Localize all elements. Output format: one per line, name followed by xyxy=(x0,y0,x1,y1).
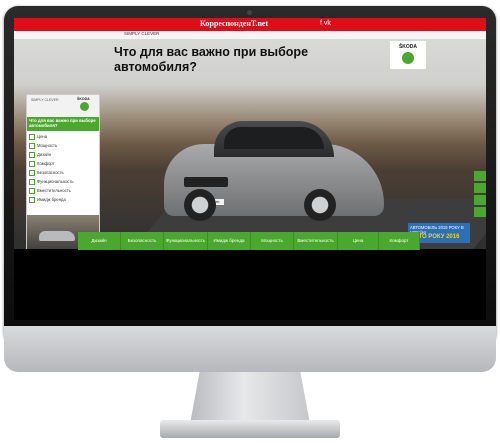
car-wheel-rear xyxy=(304,189,336,221)
checkbox-icon[interactable] xyxy=(29,196,35,203)
skoda-emblem-icon xyxy=(402,52,414,64)
social-icons[interactable]: f vk xyxy=(320,20,331,27)
panel-skoda-logo: ŠKODA xyxy=(77,97,93,111)
nav-item-capacity[interactable]: Вместительность xyxy=(294,232,338,250)
checkbox-icon[interactable] xyxy=(29,160,35,167)
survey-option[interactable]: Безопасность xyxy=(29,169,97,177)
nav-item-design[interactable]: Дизайн xyxy=(78,232,121,250)
hero-headline: Что для вас важно при выборе автомобиля? xyxy=(114,45,309,74)
car-window xyxy=(224,127,324,149)
skoda-wordmark: ŠKODA xyxy=(398,44,418,50)
survey-option[interactable]: Мощность xyxy=(29,142,97,150)
side-car-icon-3[interactable] xyxy=(474,195,486,205)
nav-item-brand-image[interactable]: Имидж бренда xyxy=(208,232,251,250)
panel-header: SIMPLY CLEVER ŠKODA xyxy=(27,95,99,117)
top-tagline: SIMPLY CLEVER xyxy=(124,31,160,36)
nav-item-functionality[interactable]: Функциональность xyxy=(164,232,208,250)
survey-option[interactable]: Комфорт xyxy=(29,160,97,168)
nav-item-price[interactable]: Цена xyxy=(338,232,379,250)
checkbox-icon[interactable] xyxy=(29,142,35,149)
side-car-icon-1[interactable] xyxy=(474,171,486,181)
survey-option[interactable]: Вместительность xyxy=(29,187,97,195)
monitor-chin xyxy=(4,326,496,372)
monitor-base xyxy=(160,420,340,438)
survey-option[interactable]: Функциональность xyxy=(29,178,97,186)
survey-option[interactable]: Имидж бренда xyxy=(29,196,97,204)
panel-brand: ŠKODA xyxy=(77,97,90,101)
survey-panel: SIMPLY CLEVER ŠKODA Что для вас важно пр… xyxy=(26,94,100,249)
hero-banner: Superb Что для вас важно при выборе авто… xyxy=(14,39,486,249)
survey-question: Что для вас важно при выборе автомобиля? xyxy=(27,117,99,131)
skoda-logo[interactable]: ŠKODA xyxy=(390,41,426,69)
monitor-stand xyxy=(190,372,310,424)
side-car-icon-4[interactable] xyxy=(474,207,486,217)
checkbox-icon[interactable] xyxy=(29,133,35,140)
site-logo[interactable]: КорреспонденТ.net xyxy=(200,19,268,28)
panel-tagline: SIMPLY CLEVER xyxy=(31,98,59,102)
car-grille xyxy=(184,177,228,187)
survey-option[interactable]: Цена xyxy=(29,133,97,141)
sub-bar: SIMPLY CLEVER xyxy=(14,31,486,39)
checkbox-icon[interactable] xyxy=(29,151,35,158)
checkbox-icon[interactable] xyxy=(29,169,35,176)
checkbox-icon[interactable] xyxy=(29,178,35,185)
nav-item-power[interactable]: Мощность xyxy=(251,232,294,250)
camera-dot xyxy=(247,10,252,15)
survey-option[interactable]: Дизайн xyxy=(29,151,97,159)
bottom-nav: Дизайн Безопасность Функциональность Ими… xyxy=(78,232,420,250)
panel-skoda-icon xyxy=(80,102,89,111)
car-wheel-front xyxy=(184,189,216,221)
top-bar: КорреспонденТ.net f vk xyxy=(14,18,486,31)
nav-item-safety[interactable]: Безопасность xyxy=(121,232,164,250)
checkbox-icon[interactable] xyxy=(29,187,35,194)
screen: КорреспонденТ.net f vk SIMPLY CLEVER Sup… xyxy=(14,18,486,320)
side-car-icon-2[interactable] xyxy=(474,183,486,193)
nav-item-comfort[interactable]: Комфорт xyxy=(379,232,420,250)
